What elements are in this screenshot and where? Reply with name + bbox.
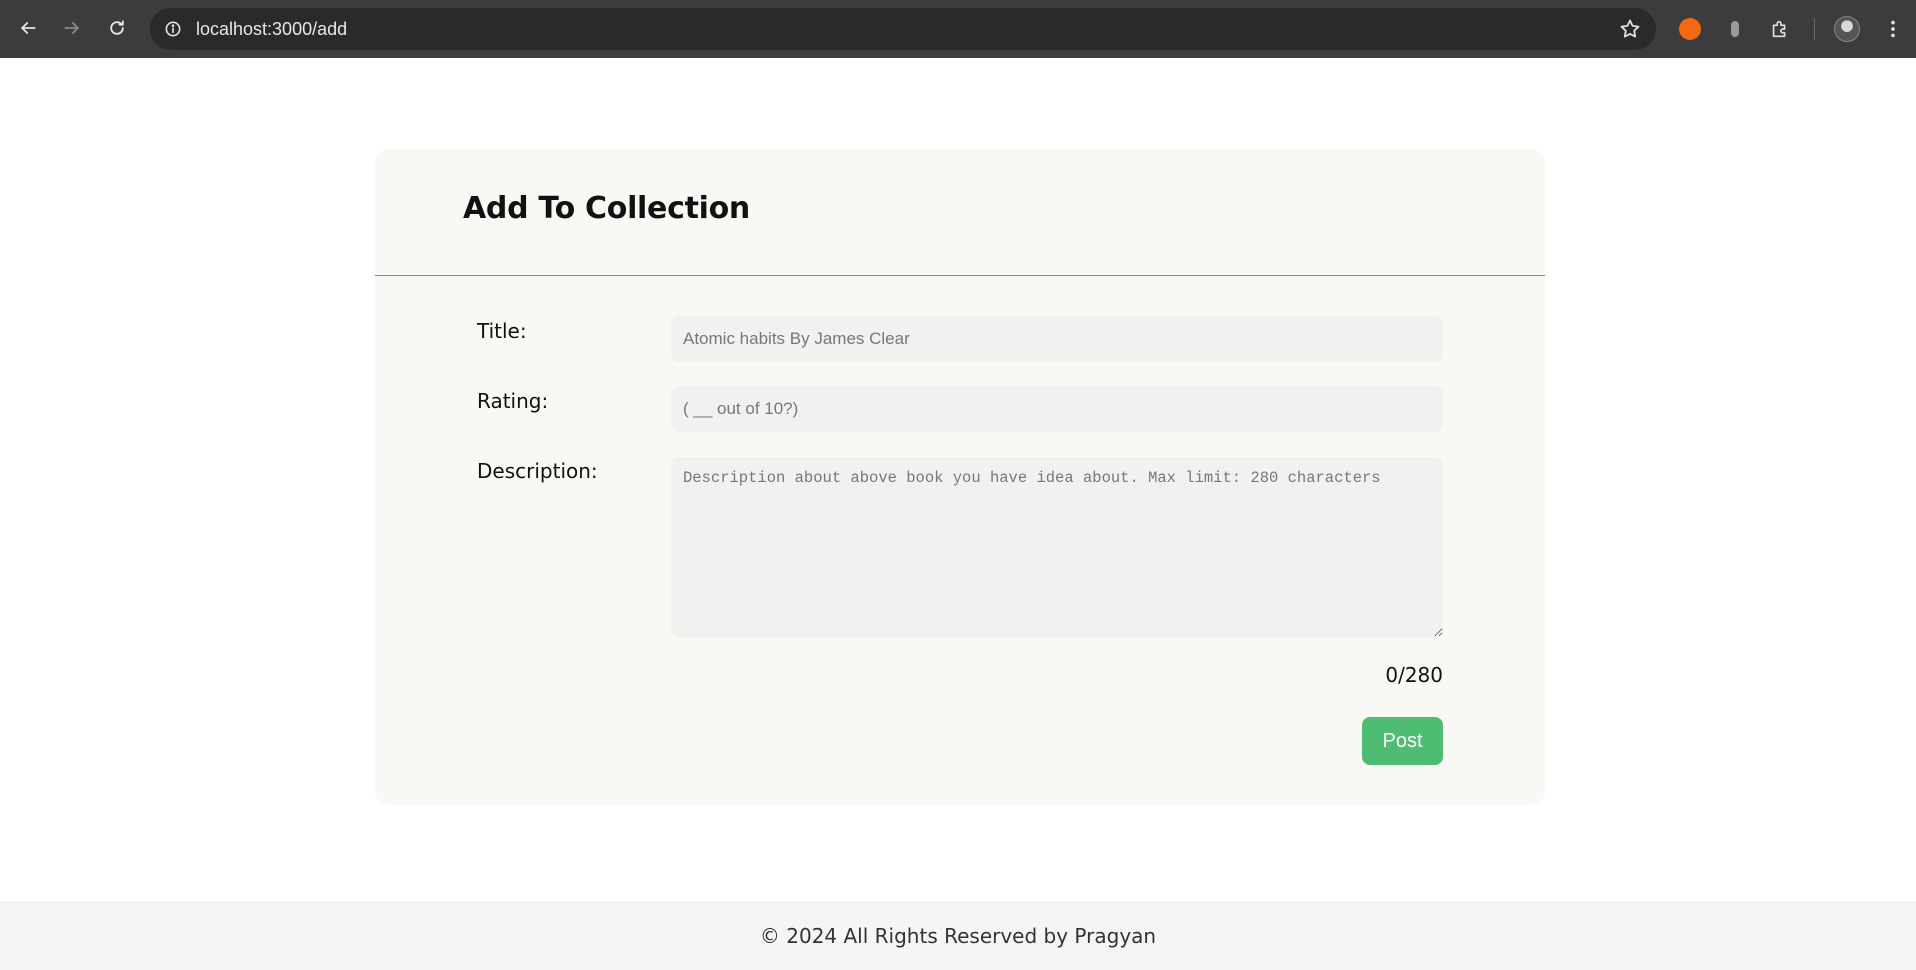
- copyright-text: © 2024 All Rights Reserved by Pragyan: [759, 923, 1157, 948]
- profile-avatar[interactable]: [1831, 13, 1863, 45]
- post-button[interactable]: Post: [1362, 717, 1443, 765]
- title-input[interactable]: [671, 316, 1443, 362]
- extension-icon[interactable]: [1674, 13, 1706, 45]
- back-arrow-icon[interactable]: [12, 12, 44, 44]
- extensions-puzzle-icon[interactable]: [1764, 13, 1796, 45]
- divider: [375, 275, 1545, 276]
- forward-arrow-icon[interactable]: [56, 12, 88, 44]
- character-counter: 0/280: [1385, 663, 1443, 687]
- address-bar[interactable]: localhost:3000/add: [150, 8, 1656, 50]
- add-to-collection-card: Add To Collection Title: Rating: Descrip…: [375, 149, 1545, 805]
- page-title: Add To Collection: [463, 191, 750, 226]
- rating-label: Rating:: [477, 389, 549, 413]
- reload-icon[interactable]: [101, 12, 133, 44]
- bookmark-star-icon[interactable]: [1618, 17, 1642, 41]
- description-label: Description:: [477, 459, 598, 483]
- more-menu-icon[interactable]: [1877, 13, 1909, 45]
- extension-icon[interactable]: [1719, 13, 1751, 45]
- description-textarea[interactable]: [671, 457, 1443, 637]
- rating-input[interactable]: [671, 386, 1443, 432]
- toolbar-separator: [1814, 18, 1815, 40]
- title-label: Title:: [477, 319, 527, 343]
- site-info-icon[interactable]: [160, 16, 186, 42]
- browser-toolbar: localhost:3000/add: [0, 0, 1916, 58]
- address-url[interactable]: localhost:3000/add: [196, 8, 347, 50]
- footer: © 2024 All Rights Reserved by Pragyan: [0, 901, 1916, 970]
